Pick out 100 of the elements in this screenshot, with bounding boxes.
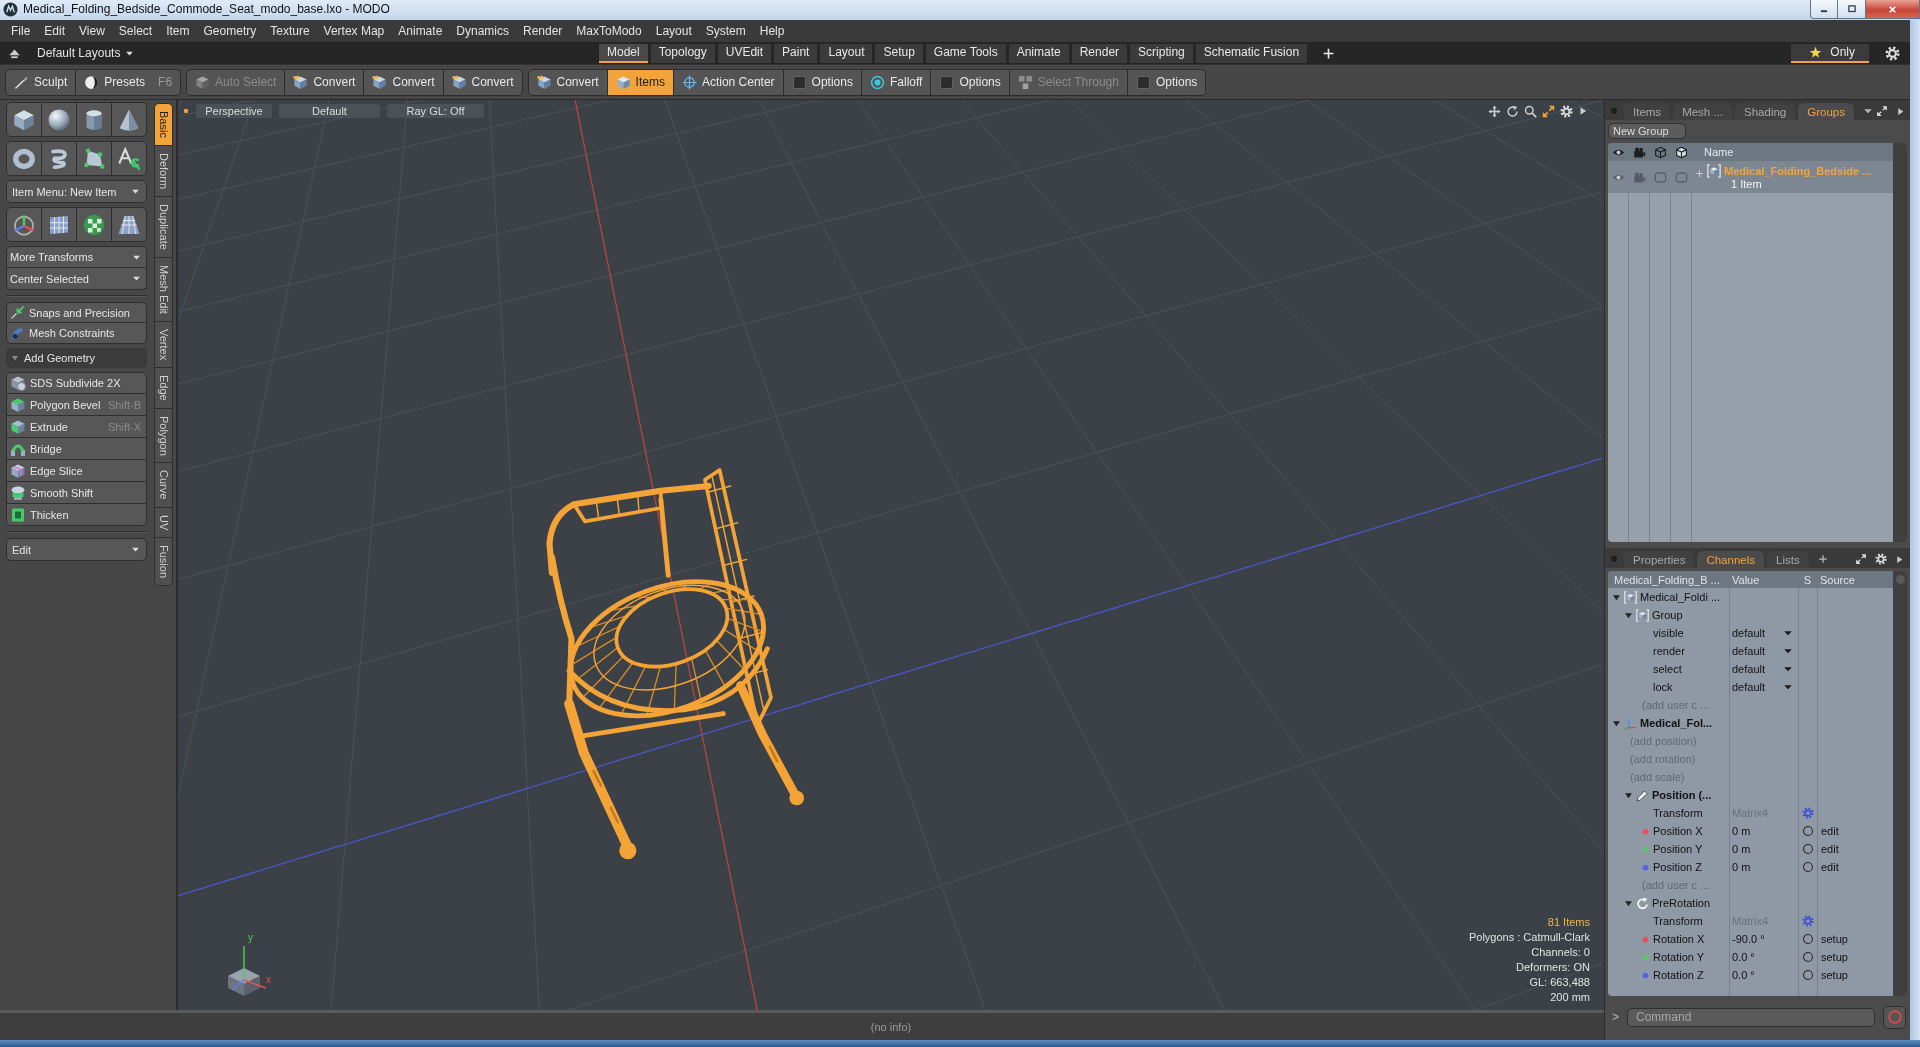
panel-tab[interactable]: Properties (1624, 551, 1695, 568)
expand-toggle-icon[interactable] (1624, 610, 1633, 620)
menu-item[interactable]: Geometry (196, 20, 264, 42)
layouts-dropdown[interactable]: Default Layouts (33, 43, 139, 63)
ring-icon[interactable] (1801, 843, 1814, 855)
tree-item-label[interactable]: Group (1652, 609, 1683, 621)
command-field[interactable]: Command (1627, 1007, 1875, 1027)
tool-button[interactable] (112, 207, 147, 242)
dot-icon[interactable] (1610, 555, 1618, 563)
render-mode-dropdown[interactable]: Ray GL: Off (387, 104, 484, 118)
expand-toggle-icon[interactable] (1695, 168, 1704, 178)
side-tab[interactable]: Vertex (154, 321, 173, 368)
section-header[interactable]: Add Geometry (6, 348, 147, 368)
menu-item[interactable]: Dynamics (449, 20, 516, 42)
shading-dropdown[interactable]: Default (279, 104, 380, 118)
layout-tab[interactable]: Setup (875, 43, 923, 63)
side-tab[interactable]: Basic (154, 103, 173, 146)
dropdown[interactable]: Item Menu: New Item (6, 180, 147, 203)
layout-tab[interactable]: Paint (774, 43, 818, 63)
dropdown[interactable]: Center Selected (6, 268, 147, 290)
settings-icon[interactable] (1875, 553, 1887, 565)
tool-button[interactable] (112, 102, 147, 137)
column-header[interactable]: Name (1692, 146, 1734, 158)
tool-button[interactable] (6, 141, 42, 176)
menu-item[interactable]: System (698, 20, 753, 42)
layout-tab[interactable]: Render (1071, 43, 1128, 63)
toggle-box-icon[interactable] (1675, 170, 1688, 184)
expand-toggle-icon[interactable] (1624, 898, 1633, 908)
channel-name[interactable]: Rotation X (1653, 933, 1705, 945)
layout-tab[interactable]: UVEdit (717, 43, 772, 63)
channel-name[interactable]: Transform (1653, 807, 1703, 819)
side-tab[interactable]: Duplicate (154, 196, 173, 258)
dropdown[interactable]: Edit (6, 538, 147, 561)
tool-button[interactable] (6, 102, 42, 137)
side-tab[interactable]: Fusion (154, 538, 173, 587)
menu-item[interactable]: Animate (391, 20, 450, 42)
expand-toggle-icon[interactable] (1612, 592, 1621, 602)
view-dropdown[interactable]: Perspective (196, 104, 272, 118)
move-icon[interactable] (1488, 104, 1501, 118)
record-button[interactable] (1883, 1005, 1906, 1029)
channel-value[interactable]: 0.0 ° (1732, 951, 1755, 963)
toolbar-button[interactable]: Options (1127, 68, 1207, 96)
side-tab[interactable]: Edge (154, 367, 173, 409)
channel-name[interactable]: Rotation Y (1653, 951, 1705, 963)
channel-value[interactable]: default (1732, 663, 1766, 675)
side-tab[interactable]: Polygon (154, 408, 173, 464)
toolbar-button[interactable]: Options (783, 68, 862, 96)
menu-item[interactable]: Texture (263, 20, 317, 42)
toolbar-button[interactable]: Convert (285, 68, 365, 96)
toolbar-button[interactable]: Falloff (861, 68, 932, 96)
side-tab[interactable]: Deform (154, 145, 173, 197)
panel-tab[interactable]: Shading (1735, 103, 1796, 120)
channel-name[interactable]: visible (1653, 627, 1684, 639)
layout-tab[interactable]: Scripting (1130, 43, 1193, 63)
rotate-icon[interactable] (1506, 104, 1519, 118)
tool-button[interactable] (112, 141, 147, 176)
expand-icon[interactable] (1875, 105, 1888, 117)
layout-tab[interactable]: Game Tools (925, 43, 1006, 63)
column-header[interactable]: S (1803, 573, 1812, 586)
expand-toggle-icon[interactable] (1612, 718, 1621, 728)
column-header[interactable]: Source (1817, 573, 1855, 586)
only-filter-button[interactable]: Only (1791, 43, 1869, 63)
layout-tab[interactable]: Animate (1008, 43, 1069, 63)
ring-icon[interactable] (1801, 861, 1814, 873)
toolbar-button[interactable]: Options (931, 68, 1010, 96)
minimize-button[interactable] (1810, 0, 1838, 19)
channel-value[interactable]: 0 m (1732, 843, 1751, 855)
channel-name[interactable]: Position Y (1653, 843, 1703, 855)
layout-tab[interactable]: Schematic Fusion (1195, 43, 1308, 63)
expand-icon[interactable] (1542, 104, 1555, 118)
column-header[interactable]: Value (1729, 573, 1760, 586)
side-tab[interactable]: UV (154, 507, 173, 539)
toolbar-button[interactable]: Items (607, 68, 674, 96)
channel-name[interactable]: render (1653, 645, 1685, 657)
arrow-right-icon[interactable] (1895, 555, 1904, 564)
toolbar-button[interactable]: Convert (364, 68, 444, 96)
cube-outline-icon[interactable] (1654, 145, 1667, 159)
expand-icon[interactable] (1855, 553, 1867, 565)
channel-name[interactable]: Position X (1653, 825, 1703, 837)
new-group-button[interactable]: New Group (1608, 123, 1686, 139)
menu-item[interactable]: View (72, 20, 112, 42)
tool-button[interactable] (42, 207, 77, 242)
panel-tab[interactable]: Mesh ... (1673, 103, 1733, 120)
menu-item[interactable]: Vertex Map (316, 20, 392, 42)
toolbar-button[interactable]: Convert (443, 68, 523, 96)
channel-value[interactable]: default (1732, 681, 1766, 693)
ring-icon[interactable] (1801, 825, 1814, 837)
channel-value[interactable]: 0 m (1732, 825, 1751, 837)
menu-item[interactable]: Select (111, 20, 160, 42)
column-header[interactable]: Medical_Folding_B ... (1608, 573, 1720, 586)
panel-tab[interactable]: Channels (1697, 551, 1764, 568)
settings-icon[interactable] (1885, 45, 1900, 61)
camera-icon[interactable] (1633, 145, 1646, 159)
channel-name[interactable]: Rotation Z (1653, 969, 1704, 981)
toolbar-button[interactable]: Action Center (673, 68, 784, 96)
menu-item[interactable]: Item (159, 20, 197, 42)
tool-button[interactable]: Thicken (6, 504, 147, 526)
menu-item[interactable]: Help (752, 20, 792, 42)
layout-tab[interactable]: Topology (650, 43, 715, 63)
magnifier-icon[interactable] (1524, 104, 1537, 118)
